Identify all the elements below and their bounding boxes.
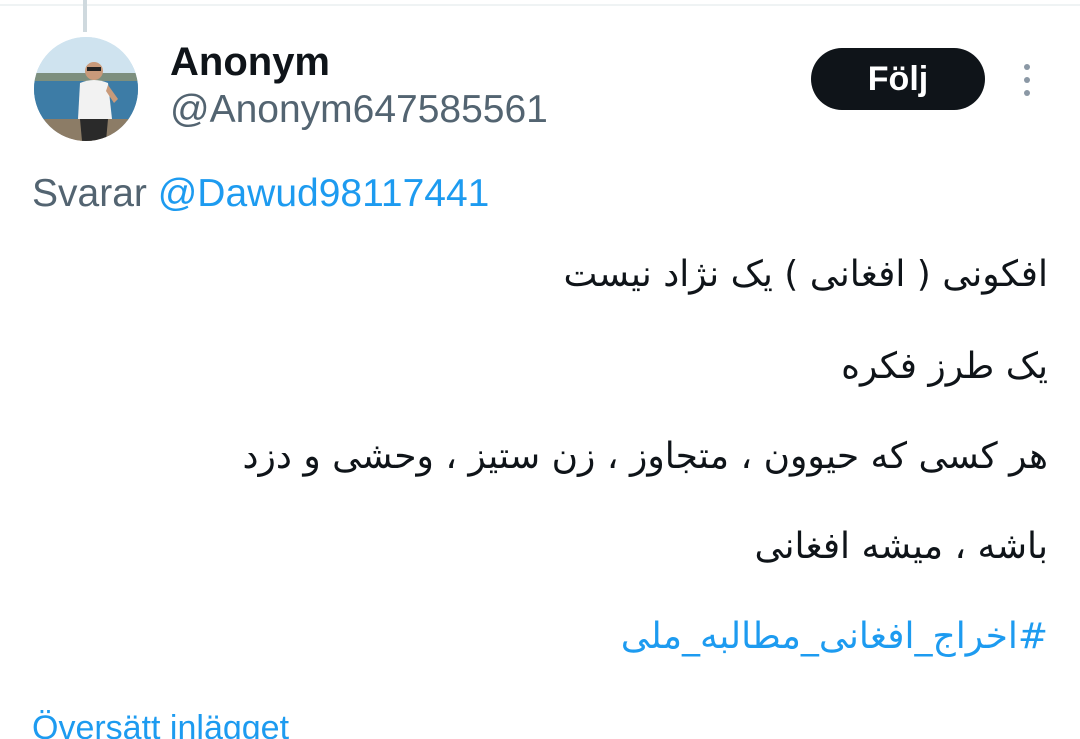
reply-prefix: Svarar xyxy=(32,172,147,215)
vertical-ellipsis-icon xyxy=(1024,64,1030,70)
tweet-line-3: هر کسی که حیوون ، متجاوز ، زن ستیز ، وحش… xyxy=(242,436,1048,477)
top-divider xyxy=(0,4,1080,6)
hashtag-link[interactable]: #اخراج_افغانی_مطالبه_ملی xyxy=(621,612,1048,662)
tweet-line-2: یک طرز فکره xyxy=(841,346,1048,387)
user-photo-avatar-icon xyxy=(34,37,138,141)
reply-mention-link[interactable]: @Dawud98117441 xyxy=(158,172,490,215)
thread-connector-line xyxy=(83,0,87,32)
follow-button[interactable]: Följ xyxy=(811,48,985,110)
vertical-ellipsis-icon xyxy=(1024,90,1030,96)
reply-context: Svarar @Dawud98117441 xyxy=(32,170,489,218)
tweet-line-4: باشه ، میشه افغانی xyxy=(754,526,1048,567)
author-display-name[interactable]: Anonym xyxy=(170,38,330,86)
translate-post-link[interactable]: Översätt inlägget xyxy=(32,706,289,739)
vertical-ellipsis-icon xyxy=(1024,77,1030,83)
tweet-page: Anonym @Anonym647585561 Följ Svarar @Daw… xyxy=(0,0,1080,739)
avatar[interactable] xyxy=(34,37,138,141)
more-options-button[interactable] xyxy=(1005,55,1049,105)
tweet-line-1: افکونی ( افغانی ) یک نژاد نیست xyxy=(563,254,1048,295)
author-handle[interactable]: @Anonym647585561 xyxy=(170,86,548,134)
